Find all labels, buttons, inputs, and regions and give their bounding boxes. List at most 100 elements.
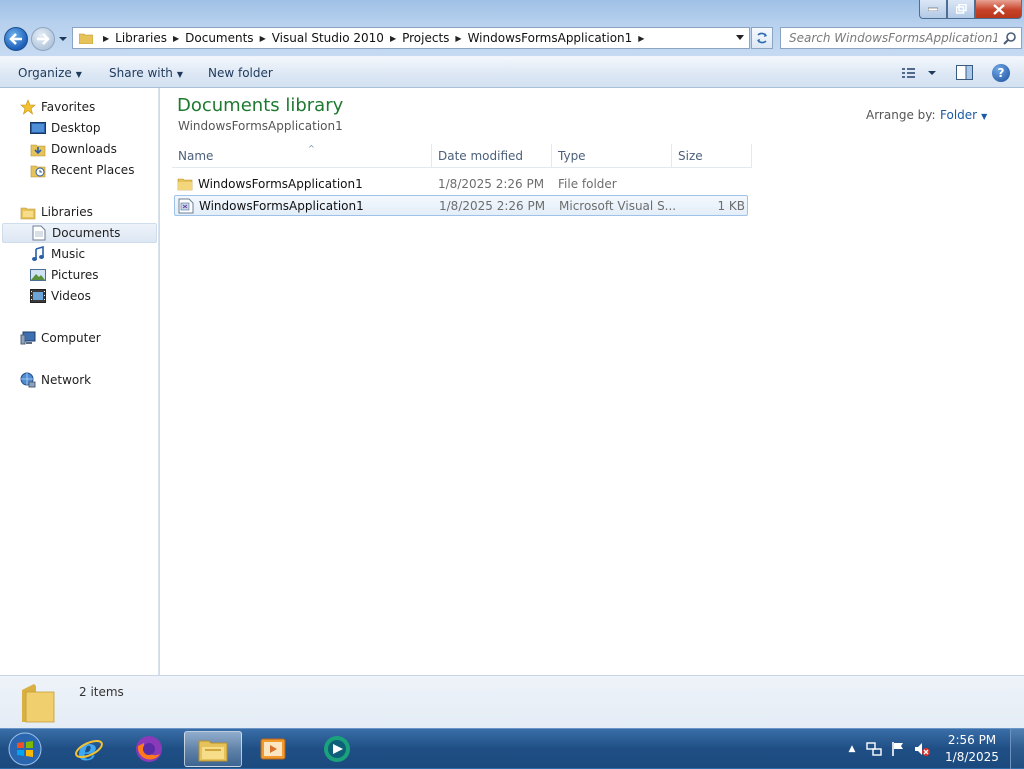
- breadcrumb-separator[interactable]: ▶: [173, 34, 179, 43]
- sidebar-item-network[interactable]: Network: [20, 370, 91, 390]
- sidebar-item-label: Documents: [52, 226, 121, 240]
- taskbar-remote-app[interactable]: [310, 731, 364, 767]
- file-row[interactable]: WindowsFormsApplication1 1/8/2025 2:26 P…: [174, 174, 748, 195]
- sidebar-item-pictures[interactable]: Pictures: [30, 265, 99, 285]
- column-date-modified[interactable]: Date modified: [432, 144, 552, 168]
- sidebar-item-label: Recent Places: [51, 163, 135, 177]
- library-subtitle: WindowsFormsApplication1: [178, 119, 343, 133]
- page-title: Documents library: [177, 95, 344, 116]
- taskbar-media-player[interactable]: [246, 731, 300, 767]
- close-button[interactable]: [975, 0, 1022, 19]
- file-size: [678, 174, 744, 195]
- taskbar-windows-explorer[interactable]: [184, 731, 242, 767]
- help-button[interactable]: ?: [992, 64, 1010, 82]
- windows-explorer-icon: [198, 740, 228, 762]
- search-box[interactable]: [780, 27, 1022, 49]
- arrange-by-dropdown[interactable]: Folder ▼: [940, 108, 987, 122]
- sidebar-item-computer[interactable]: Computer: [20, 328, 101, 348]
- restore-button[interactable]: [947, 0, 975, 19]
- star-icon: [20, 99, 36, 115]
- clock-date: 1/8/2025: [945, 750, 999, 764]
- breadcrumb-documents[interactable]: Documents: [185, 31, 253, 45]
- column-size[interactable]: Size: [672, 144, 752, 168]
- new-folder-button[interactable]: New folder: [208, 66, 273, 80]
- address-bar[interactable]: ▶ Libraries ▶ Documents ▶ Visual Studio …: [72, 27, 750, 49]
- computer-icon: [20, 330, 36, 346]
- downloads-icon: [30, 141, 46, 157]
- volume-muted-icon[interactable]: [914, 741, 930, 757]
- system-clock[interactable]: 2:56 PM 1/8/2025: [940, 732, 1004, 766]
- share-with-label: Share with: [109, 66, 173, 80]
- breadcrumb-separator[interactable]: ▶: [260, 34, 266, 43]
- column-name[interactable]: Name: [172, 144, 432, 168]
- refresh-icon: [757, 32, 767, 44]
- back-button[interactable]: [4, 27, 28, 51]
- breadcrumb-separator[interactable]: ▶: [390, 34, 396, 43]
- recent-places-icon: [30, 162, 46, 178]
- forward-button[interactable]: [31, 27, 55, 51]
- desktop-icon: [30, 120, 46, 136]
- videos-icon: [30, 288, 46, 304]
- remote-app-icon: [324, 736, 350, 762]
- search-input[interactable]: [781, 28, 997, 48]
- view-details-icon: [902, 68, 936, 78]
- refresh-button[interactable]: [751, 27, 773, 49]
- solution-file-icon: [178, 198, 194, 214]
- folder-icon: [79, 33, 93, 44]
- notification-area: ▲ 2:56 PM 1/8/2025: [840, 729, 1024, 769]
- sidebar-item-documents[interactable]: Documents: [2, 223, 157, 243]
- sidebar-item-label: Computer: [41, 331, 101, 345]
- sidebar-item-libraries[interactable]: Libraries: [20, 202, 93, 222]
- show-hidden-icons-button[interactable]: ▲: [844, 741, 860, 757]
- sidebar-item-label: Music: [51, 247, 86, 261]
- title-bar: ▶ Libraries ▶ Documents ▶ Visual Studio …: [0, 0, 1024, 56]
- documents-icon: [31, 225, 47, 241]
- close-icon: [992, 3, 1005, 15]
- minimize-icon: [928, 7, 938, 11]
- address-dropdown-button[interactable]: [733, 31, 747, 45]
- taskbar-firefox[interactable]: [122, 731, 176, 767]
- music-icon: [30, 246, 46, 262]
- help-icon: ?: [997, 66, 1005, 80]
- breadcrumb-separator[interactable]: ▶: [455, 34, 461, 43]
- arrange-by-label: Arrange by:: [866, 108, 936, 122]
- preview-pane-icon: [956, 65, 973, 80]
- arrange-by-value: Folder: [940, 108, 978, 122]
- sidebar-item-downloads[interactable]: Downloads: [30, 139, 117, 159]
- search-icon[interactable]: [1003, 31, 1017, 45]
- sidebar-item-desktop[interactable]: Desktop: [30, 118, 101, 138]
- breadcrumb-separator: ▶: [103, 33, 110, 43]
- minimize-button[interactable]: [919, 0, 947, 19]
- share-with-button[interactable]: Share with ▼: [109, 66, 183, 80]
- breadcrumb-libraries[interactable]: Libraries: [115, 31, 167, 45]
- sidebar-item-videos[interactable]: Videos: [30, 286, 91, 306]
- column-type[interactable]: Type: [552, 144, 672, 168]
- breadcrumb-visual-studio[interactable]: Visual Studio 2010: [272, 31, 384, 45]
- sidebar-item-recent-places[interactable]: Recent Places: [30, 160, 134, 180]
- recent-pages-button[interactable]: [58, 33, 68, 43]
- command-bar: Organize ▼ Share with ▼ New folder ?: [0, 56, 1024, 88]
- action-center-flag-icon[interactable]: [890, 741, 906, 757]
- folder-icon: [177, 178, 193, 191]
- sidebar-item-music[interactable]: Music: [30, 244, 85, 264]
- arrow-left-icon: [9, 33, 22, 45]
- breadcrumb-separator[interactable]: ▶: [638, 34, 644, 43]
- file-size: 1 KB: [717, 199, 745, 213]
- preview-pane-button[interactable]: [956, 65, 973, 83]
- taskbar-internet-explorer[interactable]: e: [62, 731, 116, 767]
- change-view-button[interactable]: [900, 66, 940, 83]
- sidebar-item-favorites[interactable]: Favorites: [20, 97, 95, 117]
- show-desktop-button[interactable]: [1010, 729, 1024, 769]
- media-player-icon: [260, 738, 286, 760]
- caption-buttons: [919, 0, 1022, 19]
- breadcrumb-projects[interactable]: Projects: [402, 31, 449, 45]
- network-tray-icon[interactable]: [866, 741, 882, 757]
- internet-explorer-icon: e: [75, 734, 103, 764]
- organize-button[interactable]: Organize ▼: [18, 66, 82, 80]
- sidebar-item-label: Desktop: [51, 121, 101, 135]
- file-date-modified: 1/8/2025 2:26 PM: [438, 177, 545, 191]
- sidebar-item-label: Videos: [51, 289, 91, 303]
- file-row[interactable]: WindowsFormsApplication1 1/8/2025 2:26 P…: [174, 195, 748, 216]
- start-button[interactable]: [4, 731, 46, 767]
- breadcrumb-current-folder[interactable]: WindowsFormsApplication1: [468, 31, 633, 45]
